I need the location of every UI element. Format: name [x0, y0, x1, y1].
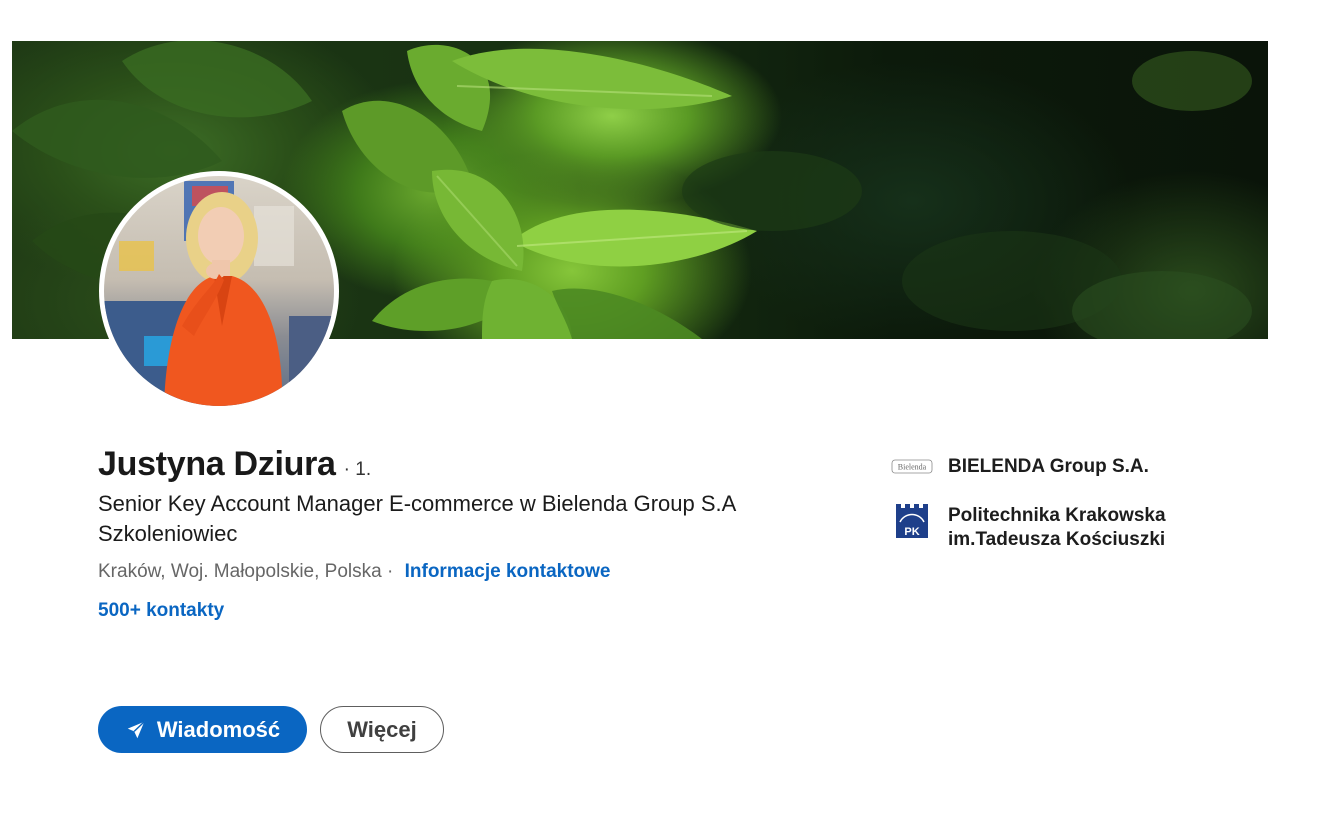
bielenda-logo-text: Bielenda — [898, 463, 927, 472]
location-separator: · — [387, 561, 394, 582]
profile-headline: Senior Key Account Manager E-commerce w … — [98, 491, 736, 546]
avatar-portrait — [104, 181, 334, 406]
message-button[interactable]: Wiadomość — [98, 706, 307, 753]
current-company-item[interactable]: Bielenda BIELENDA Group S.A. — [891, 455, 1149, 479]
message-button-label: Wiadomość — [156, 716, 281, 742]
avatar-photo — [104, 176, 334, 406]
bielenda-logo: Bielenda — [891, 455, 933, 479]
more-button[interactable]: Więcej — [320, 706, 444, 753]
send-icon — [125, 719, 147, 741]
more-button-label: Więcej — [347, 716, 417, 742]
profile-avatar[interactable] — [99, 171, 339, 411]
profile-location: Kraków, Woj. Małopolskie, Polska — [98, 561, 382, 582]
profile-name: Justyna Dziura — [98, 445, 336, 483]
connections-count-link[interactable]: 500+ kontakty — [98, 600, 224, 622]
education-item[interactable]: PK Politechnika Krakowska im.Tadeusza Ko… — [891, 504, 1198, 552]
profile-location-row: Kraków, Woj. Małopolskie, Polska · Infor… — [98, 561, 611, 583]
company-name: BIELENDA Group S.A. — [948, 456, 1149, 477]
contact-info-link[interactable]: Informacje kontaktowe — [405, 561, 611, 582]
profile-name-row: Justyna Dziura · 1. — [98, 445, 371, 484]
pk-logo-text: PK — [904, 526, 919, 538]
connection-degree-badge: · 1. — [343, 459, 372, 480]
school-name: Politechnika Krakowska im.Tadeusza Kości… — [948, 505, 1166, 550]
politechnika-logo: PK — [891, 504, 933, 540]
